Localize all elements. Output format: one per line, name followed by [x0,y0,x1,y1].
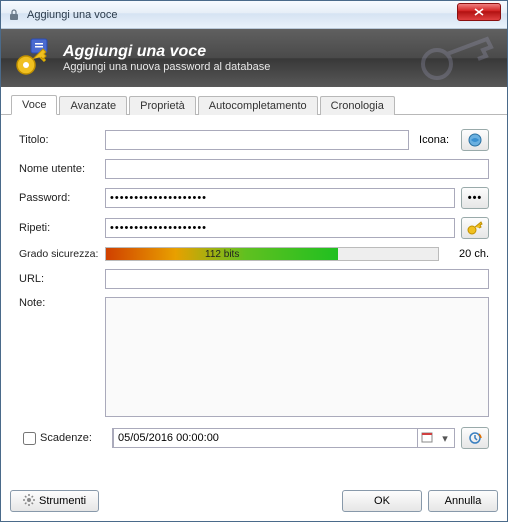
strength-fill: 112 bits [106,248,338,260]
show-password-button[interactable]: ••• [461,187,489,209]
url-input[interactable] [105,269,489,289]
notes-label: Note: [19,297,105,309]
tab-content: Titolo: Icona: Nome utente: Password: ••… [1,115,507,467]
generate-password-button[interactable] [461,217,489,239]
expiry-preset-button[interactable] [461,427,489,449]
tab-voce[interactable]: Voce [11,95,57,115]
background-key-icon [417,34,497,87]
titlebar: Aggiungi una voce [1,1,507,29]
expiry-label: Scadenze: [40,432,112,444]
close-button[interactable] [457,3,501,21]
strength-text: 112 bits [205,249,239,260]
cancel-button[interactable]: Annulla [428,490,498,512]
header-title: Aggiungi una voce [63,43,270,61]
lock-icon [7,8,21,22]
tab-avanzate[interactable]: Avanzate [59,96,127,115]
password-input[interactable] [105,188,455,208]
strength-meter: 112 bits [105,247,439,261]
expiry-combo[interactable]: ▾ [112,428,455,448]
tab-strip: Voce Avanzate Proprietà Autocompletament… [1,93,507,115]
username-label: Nome utente: [19,163,105,175]
tab-autocompletamento[interactable]: Autocompletamento [198,96,318,115]
repeat-label: Ripeti: [19,222,105,234]
password-label: Password: [19,192,105,204]
dialog-footer: Strumenti OK Annulla [10,490,498,512]
strength-chars: 20 ch. [447,248,489,260]
username-input[interactable] [105,159,489,179]
expiry-input[interactable] [113,428,418,448]
strength-label: Grado sicurezza: [19,248,105,260]
notes-textarea[interactable] [105,297,489,417]
expiry-checkbox[interactable] [23,432,36,445]
tab-cronologia[interactable]: Cronologia [320,96,395,115]
window-title: Aggiungi una voce [27,9,503,21]
calendar-icon[interactable] [418,431,436,446]
chevron-down-icon[interactable]: ▾ [436,432,454,445]
header-banner: Aggiungi una voce Aggiungi una nuova pas… [1,29,507,87]
choose-icon-button[interactable] [461,129,489,151]
key-icon [11,37,53,79]
ok-button[interactable]: OK [342,490,422,512]
url-label: URL: [19,273,105,285]
title-label: Titolo: [19,134,105,146]
tab-proprieta[interactable]: Proprietà [129,96,196,115]
header-subtitle: Aggiungi una nuova password al database [63,61,270,73]
repeat-input[interactable] [105,218,455,238]
tools-button[interactable]: Strumenti [10,490,99,512]
title-input[interactable] [105,130,409,150]
tools-label: Strumenti [39,495,86,507]
gear-icon [23,494,35,509]
icon-label: Icona: [419,134,449,146]
